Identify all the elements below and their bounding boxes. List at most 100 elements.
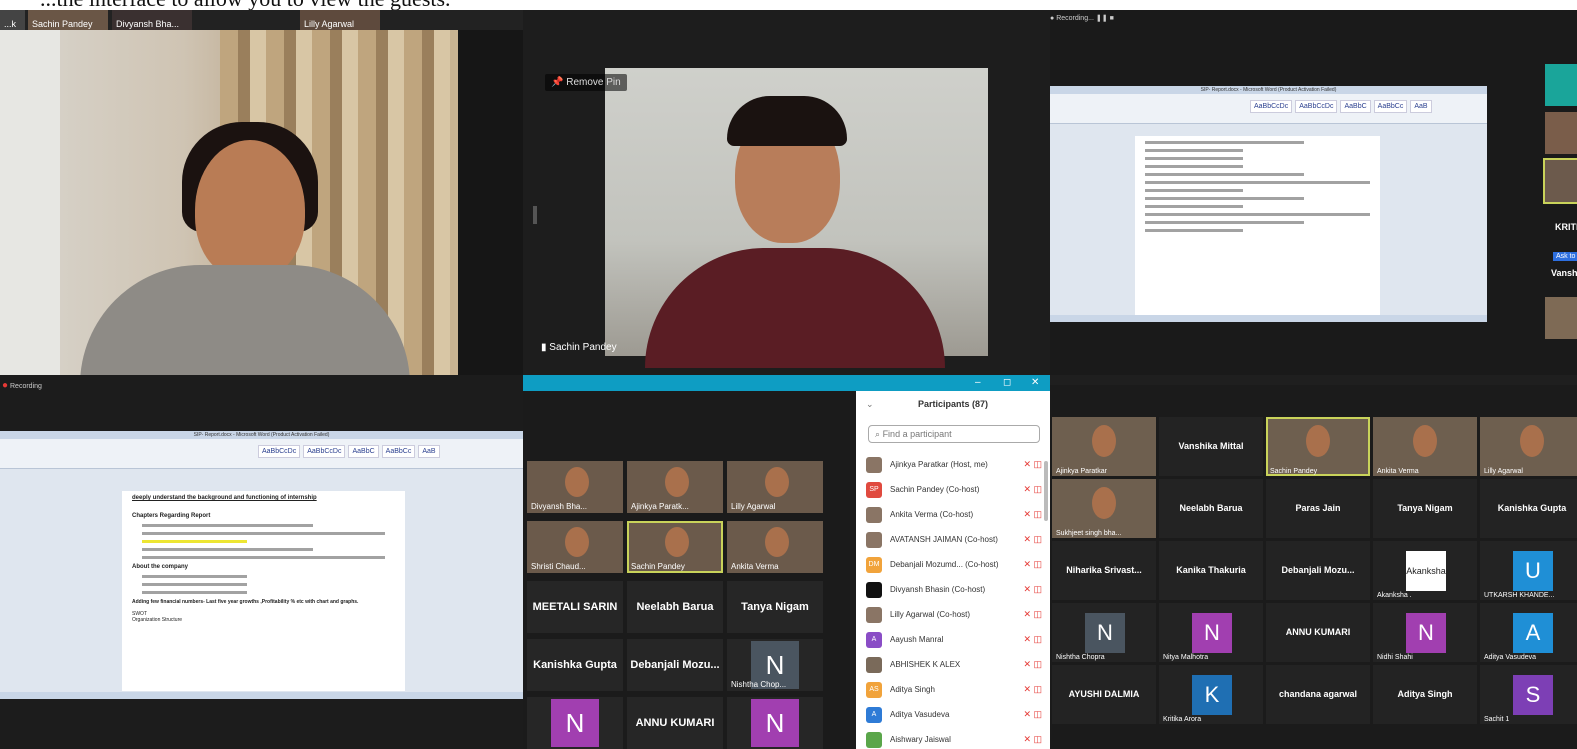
gallery-tile[interactable]: Ankita Verma [727,521,823,573]
gallery-tile[interactable]: AYUSHI DALMIA [1052,665,1156,724]
camera-off-icon[interactable]: ◫ [1033,709,1042,719]
mic-muted-icon[interactable]: ✕ [1023,559,1033,569]
gallery-tile[interactable]: Akanksha Akanksha . [1373,541,1477,600]
camera-off-icon[interactable]: ◫ [1033,584,1042,594]
participant-row[interactable]: AS Aditya Singh ✕ ◫ [866,680,1042,700]
gallery-tile[interactable]: K Kritika Arora [1159,665,1263,724]
mic-muted-icon[interactable]: ✕ [1023,659,1033,669]
mic-muted-icon[interactable]: ✕ [1023,534,1033,544]
participant-row[interactable]: Aishwary Jaiswal ✕ ◫ [866,730,1042,749]
mic-muted-icon[interactable]: ✕ [1023,509,1033,519]
participant-row[interactable]: Divyansh Bhasin (Co-host) ✕ ◫ [866,580,1042,600]
gallery-tile[interactable]: Divyansh Bha... [527,461,623,513]
gallery-tile[interactable]: Sukhjeet singh bha... [1052,479,1156,538]
document-page[interactable]: deeply understand the background and fun… [122,491,405,691]
participant-search-input[interactable]: ⌕ Find a participant [868,425,1040,443]
participant-row[interactable]: DM Debanjali Mozumd... (Co-host) ✕ ◫ [866,555,1042,575]
scrollbar[interactable] [1044,461,1048,521]
gallery-tile[interactable]: Kanishka Gupta [527,639,623,691]
gallery-tile[interactable]: N Nishtha Chopra [1052,603,1156,662]
camera-off-icon[interactable]: ◫ [1033,609,1042,619]
gallery-tile[interactable]: MEETALI SARIN [527,581,623,633]
gallery-tile[interactable]: Ajinkya Paratk... [627,461,723,513]
participant-row[interactable]: A Aditya Vasudeva ✕ ◫ [866,705,1042,725]
gallery-tile[interactable]: N Nitya Malhotra [1159,603,1263,662]
gallery-tile[interactable]: Neelabh Barua [1159,479,1263,538]
camera-off-icon[interactable]: ◫ [1033,659,1042,669]
maximize-icon[interactable]: ◻ [1003,377,1011,388]
gallery-tile[interactable]: ANNU KUMARI [1266,603,1370,662]
mic-muted-icon[interactable]: ✕ [1023,734,1033,744]
gallery-tile[interactable]: Lilly Agarwal [1480,417,1577,476]
gallery-tile[interactable]: chandana agarwal [1266,665,1370,724]
gallery-tile[interactable]: U UTKARSH KHANDE... [1480,541,1577,600]
participant-row[interactable]: SP Sachin Pandey (Co-host) ✕ ◫ [866,480,1042,500]
camera-off-icon[interactable]: ◫ [1033,534,1042,544]
camera-off-icon[interactable]: ◫ [1033,634,1042,644]
gallery-tile[interactable]: N [727,697,823,749]
participant-row[interactable]: ABHISHEK K ALEX ✕ ◫ [866,655,1042,675]
mic-muted-icon[interactable]: ✕ [1023,609,1033,619]
gallery-tile[interactable]: Tanya Nigam [1373,479,1477,538]
mic-muted-icon[interactable]: ✕ [1023,634,1033,644]
gallery-tile[interactable]: Ajinkya Paratkar [1052,417,1156,476]
ask-to-unmute-button[interactable]: Ask to Unmute [1553,252,1577,261]
style-heading1[interactable]: AaBbC [348,445,379,458]
thumbnail-tile[interactable]: Divyansh Bha... [112,10,192,30]
side-tile[interactable] [1545,112,1577,154]
document-page[interactable] [1135,136,1380,318]
thumbnail-tile[interactable]: Sachin Pandey [28,10,108,30]
style-nospacing[interactable]: AaBbCcDc [303,445,346,458]
camera-off-icon[interactable]: ◫ [1033,734,1042,744]
gallery-tile[interactable]: Neelabh Barua [627,581,723,633]
gallery-tile[interactable]: Vanshika Mittal [1159,417,1263,476]
pause-icon[interactable]: ❚❚ [1096,15,1108,22]
camera-off-icon[interactable]: ◫ [1033,684,1042,694]
gallery-tile[interactable]: N [527,697,623,749]
mic-muted-icon[interactable]: ✕ [1023,459,1033,469]
mic-muted-icon[interactable]: ✕ [1023,684,1033,694]
gallery-tile[interactable]: Lilly Agarwal [727,461,823,513]
gallery-tile[interactable]: Tanya Nigam [727,581,823,633]
minimize-icon[interactable]: – [975,377,981,388]
gallery-tile[interactable]: S Sachit 1 [1480,665,1577,724]
gallery-tile[interactable]: Sachin Pandey [1266,417,1370,476]
gallery-tile[interactable]: Kanika Thakuria [1159,541,1263,600]
side-tile[interactable] [1543,158,1577,204]
side-tile[interactable] [1545,297,1577,339]
style-heading1[interactable]: AaBbC [1340,100,1371,113]
style-normal[interactable]: AaBbCcDc [1250,100,1293,113]
thumbnail-tile[interactable]: Lilly Agarwal [300,10,380,30]
gallery-tile[interactable]: Debanjali Mozu... [1266,541,1370,600]
thumbnail-tile[interactable]: ...k [0,10,25,30]
gallery-tile[interactable]: Shristi Chaud... [527,521,623,573]
style-heading2[interactable]: AaBbCc [381,445,416,458]
gallery-tile[interactable]: Sachin Pandey [627,521,723,573]
style-heading2[interactable]: AaBbCc [1373,100,1408,113]
remove-pin-button[interactable]: 📌 Remove Pin [545,74,627,91]
camera-off-icon[interactable]: ◫ [1033,484,1042,494]
gallery-tile[interactable]: A Aditya Vasudeva [1480,603,1577,662]
participant-row[interactable]: A Aayush Manral ✕ ◫ [866,630,1042,650]
participant-row[interactable]: Ankita Verma (Co-host) ✕ ◫ [866,505,1042,525]
gallery-tile[interactable]: N Nishtha Chop... [727,639,823,691]
style-title[interactable]: AaB [418,445,440,458]
gallery-tile[interactable]: Paras Jain [1266,479,1370,538]
gallery-tile[interactable]: N Nidhi Shahi [1373,603,1477,662]
mic-muted-icon[interactable]: ✕ [1023,484,1033,494]
close-icon[interactable]: ✕ [1031,377,1039,388]
participant-row[interactable]: AVATANSH JAIMAN (Co-host) ✕ ◫ [866,530,1042,550]
gallery-tile[interactable]: Kanishka Gupta [1480,479,1577,538]
style-nospacing[interactable]: AaBbCcDc [1295,100,1338,113]
camera-off-icon[interactable]: ◫ [1033,559,1042,569]
gallery-tile[interactable]: Aditya Singh [1373,665,1477,724]
side-tile[interactable] [1545,64,1577,106]
gallery-tile[interactable]: Debanjali Mozu... [627,639,723,691]
style-normal[interactable]: AaBbCcDc [258,445,301,458]
participant-row[interactable]: Ajinkya Paratkar (Host, me) ✕ ◫ [866,455,1042,475]
camera-off-icon[interactable]: ◫ [1033,459,1042,469]
mic-muted-icon[interactable]: ✕ [1023,709,1033,719]
camera-off-icon[interactable]: ◫ [1033,509,1042,519]
stop-icon[interactable]: ■ [1110,15,1114,22]
gallery-tile[interactable]: ANNU KUMARI [627,697,723,749]
